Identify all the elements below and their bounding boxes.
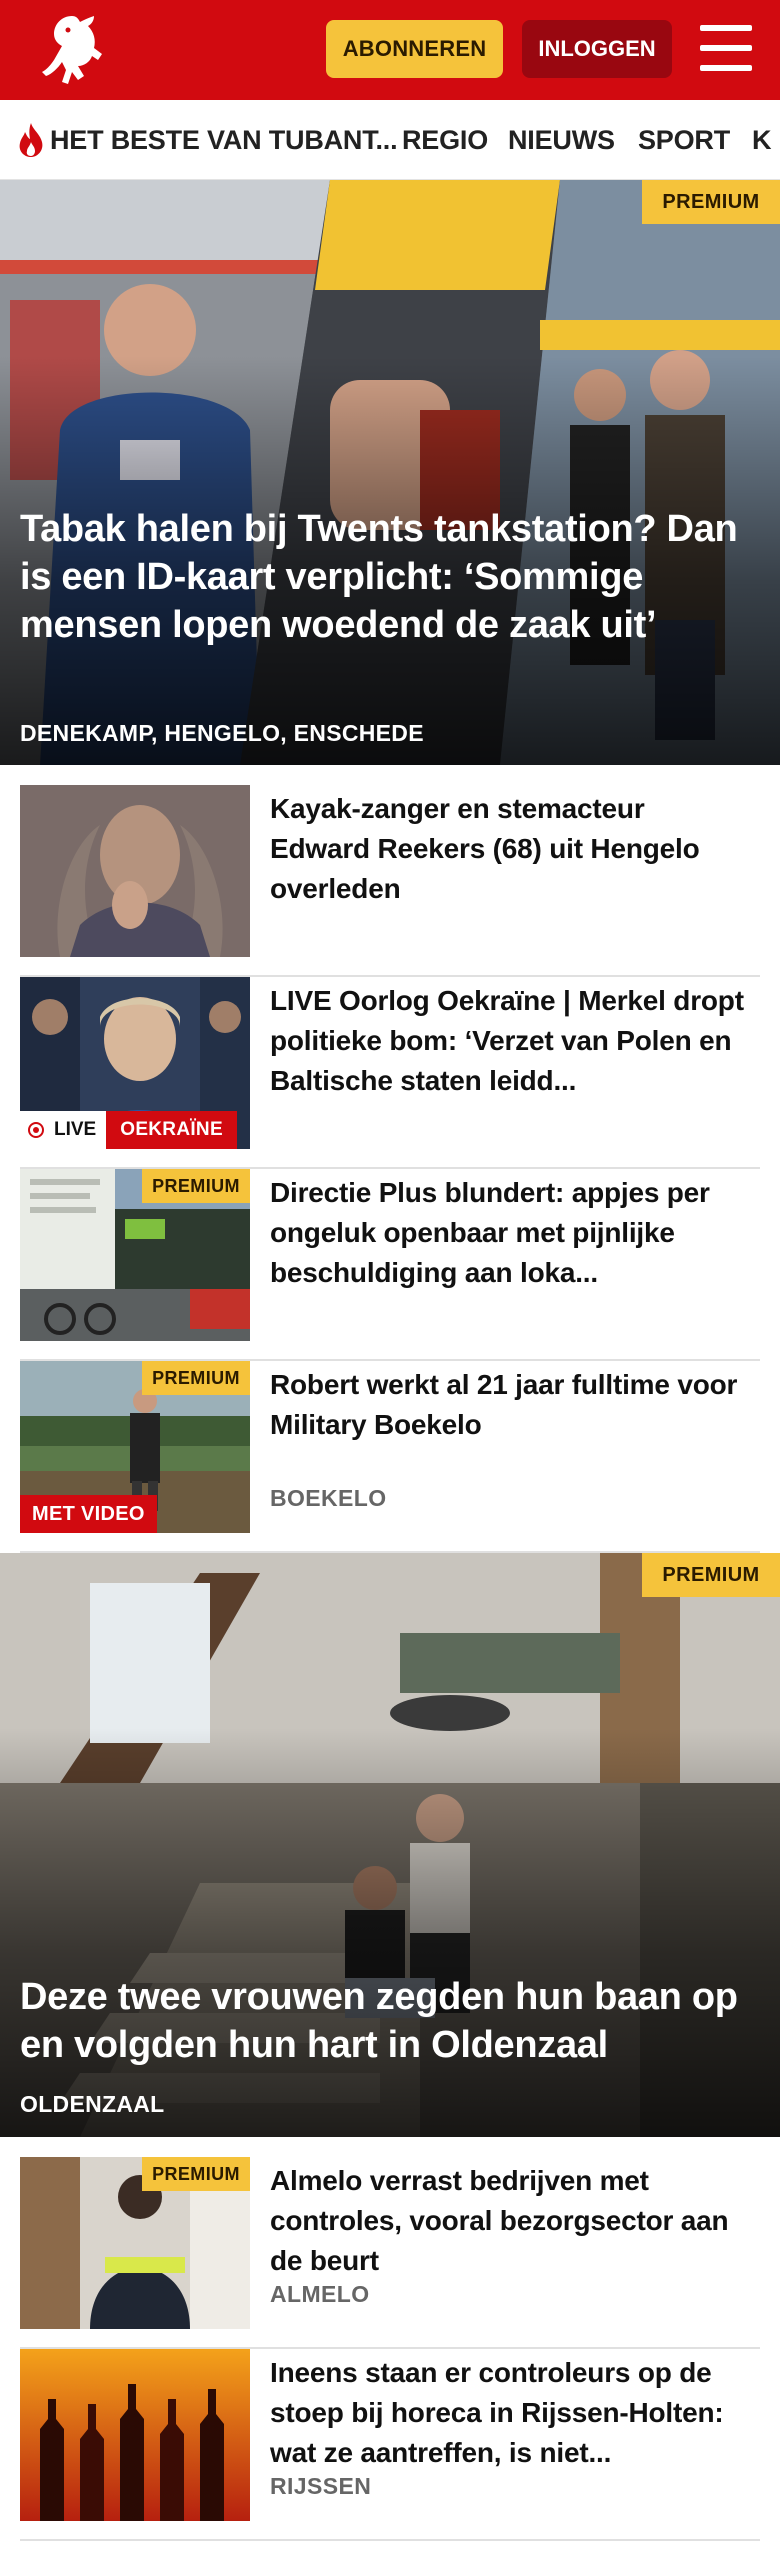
topic-tag: OEKRAÏNE [106, 1111, 237, 1149]
premium-badge: PREMIUM [142, 2157, 250, 2191]
flame-icon [19, 123, 43, 157]
section-nav: HET BESTE VAN TUBANT... REGIO NIEUWS SPO… [0, 100, 780, 180]
site-header: ABONNEREN INLOGGEN [0, 0, 780, 100]
article-title[interactable]: LIVE Oorlog Oekraïne | Merkel dropt poli… [270, 981, 750, 1101]
live-text: LIVE [54, 1119, 97, 1140]
live-tag: LIVE OEKRAÏNE [20, 1111, 237, 1149]
article-title[interactable]: Almelo verrast bedrijven met controles, … [270, 2161, 750, 2281]
hero-article-oldenzaal[interactable]: PREMIUM Deze twee vrouwen zegden hun baa… [0, 1553, 780, 2137]
nav-item-best-of[interactable]: HET BESTE VAN TUBANT... [50, 100, 398, 179]
video-tag: MET VIDEO [20, 1495, 157, 1533]
article-thumbnail [20, 785, 250, 957]
hamburger-menu-icon[interactable] [700, 25, 752, 71]
hero-location: DENEKAMP, HENGELO, ENSCHEDE [20, 720, 424, 746]
live-dot-icon [28, 1122, 44, 1138]
nav-item-nieuws[interactable]: NIEUWS [508, 100, 615, 179]
article-title[interactable]: Ineens staan er controleurs op de stoep … [270, 2353, 750, 2473]
tubantia-horse-logo[interactable] [32, 10, 112, 90]
premium-badge: PREMIUM [142, 1361, 250, 1395]
hero-title[interactable]: Tabak halen bij Twents tankstation? Dan … [20, 505, 750, 649]
nav-item-sport[interactable]: SPORT [638, 100, 730, 179]
premium-badge: PREMIUM [142, 1169, 250, 1203]
article-thumbnail: LIVE OEKRAÏNE [20, 977, 250, 1149]
hero-gradient [0, 1728, 780, 2137]
premium-badge: PREMIUM [642, 1553, 780, 1597]
article-title[interactable]: Directie Plus blundert: appjes per ongel… [270, 1173, 750, 1293]
list-item[interactable]: PREMIUM Directie Plus blundert: appjes p… [20, 1169, 760, 1361]
subscribe-button[interactable]: ABONNEREN [326, 20, 503, 78]
nav-item-regio[interactable]: REGIO [402, 100, 488, 179]
list-item[interactable]: Ineens staan er controleurs op de stoep … [20, 2349, 760, 2541]
login-button[interactable]: INLOGGEN [522, 20, 672, 78]
article-title[interactable]: Kayak-zanger en stemacteur Edward Reeker… [270, 789, 750, 909]
list-item[interactable]: Kayak-zanger en stemacteur Edward Reeker… [20, 785, 760, 977]
article-location: RIJSSEN [270, 2473, 372, 2499]
live-label: LIVE [20, 1111, 107, 1149]
list-item[interactable]: PREMIUM MET VIDEO Robert werkt al 21 jaa… [20, 1361, 760, 1553]
hero-article-tabak[interactable]: PREMIUM Tabak halen bij Twents tankstati… [0, 180, 780, 765]
article-thumbnail [20, 2349, 250, 2521]
nav-item-more[interactable]: K [752, 100, 772, 179]
article-thumbnail: PREMIUM MET VIDEO [20, 1361, 250, 1533]
article-title[interactable]: Robert werkt al 21 jaar fulltime voor Mi… [270, 1365, 750, 1445]
hero-title[interactable]: Deze twee vrouwen zegden hun baan op en … [20, 1973, 750, 2069]
article-thumbnail: PREMIUM [20, 1169, 250, 1341]
article-thumbnail: PREMIUM [20, 2157, 250, 2329]
premium-badge: PREMIUM [642, 180, 780, 224]
list-item[interactable]: LIVE OEKRAÏNE LIVE Oorlog Oekraïne | Mer… [20, 977, 760, 1169]
list-item[interactable]: PREMIUM Almelo verrast bedrijven met con… [20, 2157, 760, 2349]
article-location: BOEKELO [270, 1485, 387, 1511]
article-location: ALMELO [270, 2281, 370, 2307]
hero-location: OLDENZAAL [20, 2091, 165, 2117]
